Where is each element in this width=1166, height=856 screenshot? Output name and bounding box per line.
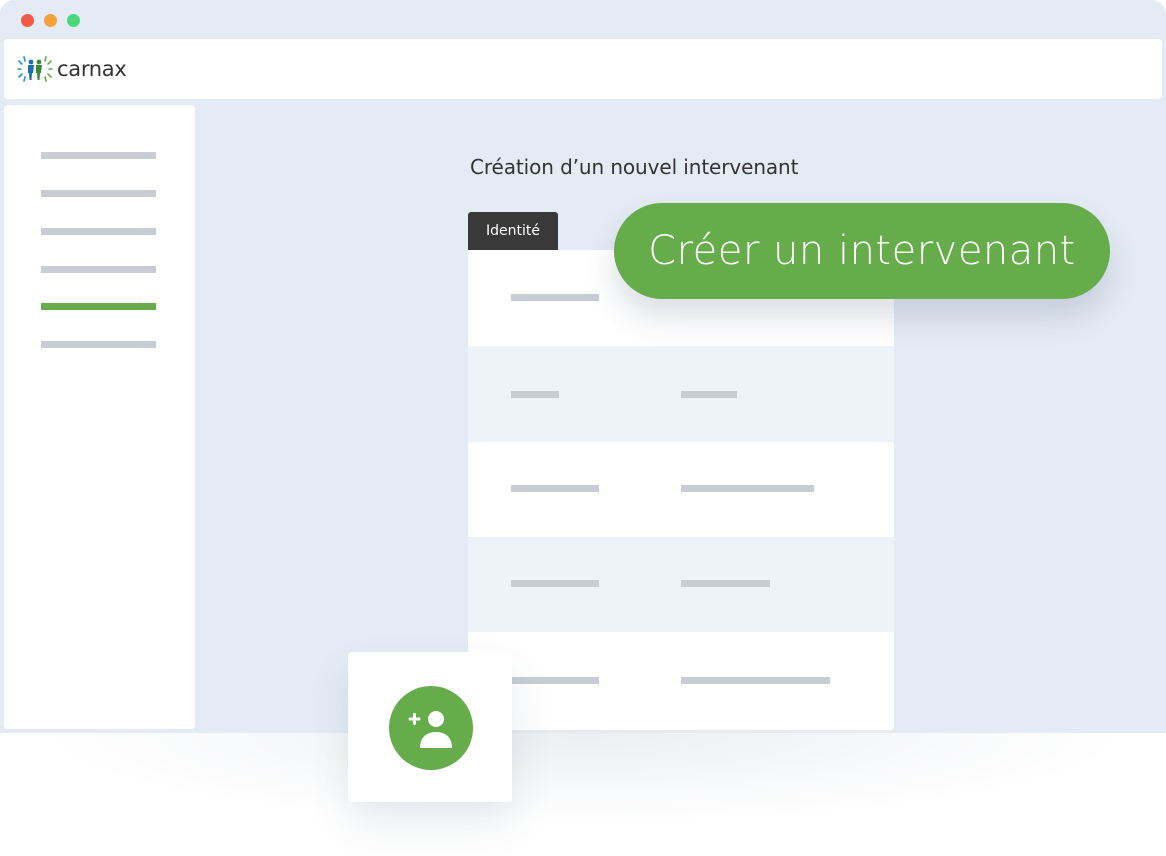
field-label-placeholder <box>511 580 599 587</box>
form-row <box>468 632 894 730</box>
field-label-placeholder <box>511 485 599 492</box>
tab-identite[interactable]: Identité <box>468 212 558 250</box>
page-title: Création d’un nouvel intervenant <box>470 155 799 179</box>
sidebar-item-5-active[interactable] <box>41 303 156 310</box>
field-value-placeholder[interactable] <box>681 391 737 398</box>
field-label-placeholder <box>511 677 599 684</box>
sidebar-item-4[interactable] <box>41 266 156 273</box>
maximize-window-button[interactable] <box>67 14 80 27</box>
sidebar-item-2[interactable] <box>41 190 156 197</box>
sidebar-item-3[interactable] <box>41 228 156 235</box>
identity-form <box>468 250 894 730</box>
logo[interactable]: carnax <box>17 55 127 83</box>
field-value-placeholder[interactable] <box>681 677 830 684</box>
create-intervenant-button[interactable]: Créer un intervenant <box>614 203 1110 299</box>
sidebar <box>4 105 195 729</box>
form-row <box>468 346 894 442</box>
field-label-placeholder <box>511 294 599 301</box>
logo-mark-icon <box>17 56 53 82</box>
add-user-button[interactable] <box>389 686 473 770</box>
field-label-placeholder <box>511 391 559 398</box>
window-shadow <box>40 733 1130 823</box>
close-window-button[interactable] <box>21 14 34 27</box>
form-row <box>468 537 894 632</box>
sidebar-item-6[interactable] <box>41 341 156 348</box>
form-row <box>468 442 894 537</box>
top-bar: carnax <box>4 39 1162 99</box>
add-user-card <box>348 652 512 802</box>
window-controls <box>21 14 80 27</box>
minimize-window-button[interactable] <box>44 14 57 27</box>
add-user-icon <box>408 711 452 748</box>
app-window: carnax Création d’un nouvel intervenant … <box>0 0 1166 733</box>
logo-text: carnax <box>57 57 127 81</box>
sidebar-item-1[interactable] <box>41 152 156 159</box>
field-value-placeholder[interactable] <box>681 485 814 492</box>
field-value-placeholder[interactable] <box>681 580 770 587</box>
